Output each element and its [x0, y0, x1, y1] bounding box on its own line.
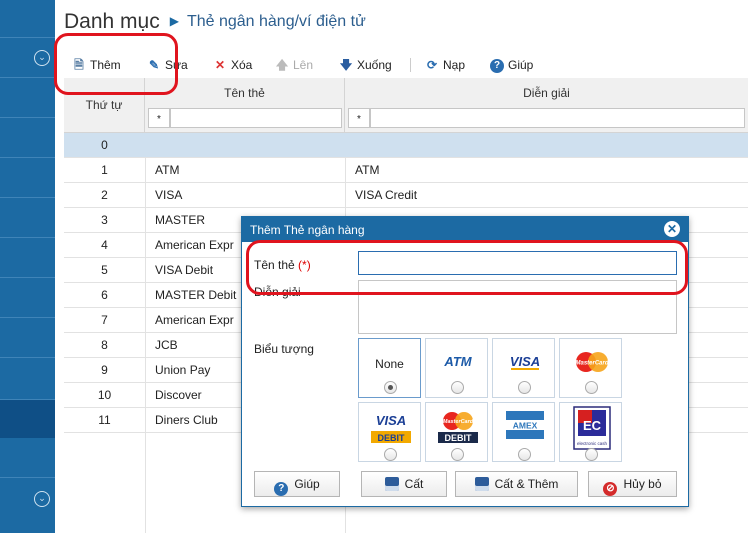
help-button[interactable]: ? Giúp [490, 55, 533, 75]
filter-operator[interactable]: * [348, 108, 370, 128]
nav-group-toggle[interactable]: ⌄ [0, 478, 55, 533]
visa-logo-icon: VISA [510, 354, 540, 370]
nav-item[interactable] [0, 118, 55, 158]
edit-icon: ✎ [148, 58, 160, 72]
icon-radio[interactable] [384, 448, 397, 461]
icon-option-mastercard[interactable]: MasterCard [559, 338, 622, 398]
cancel-button[interactable]: ⊘ Hủy bỏ [588, 471, 677, 497]
save-button[interactable]: Cất [361, 471, 447, 497]
reload-button[interactable]: ⟳ Nạp [425, 55, 465, 75]
delete-x-icon: ✕ [214, 58, 226, 72]
toolbar-separator [410, 58, 411, 72]
cancel-icon: ⊘ [603, 482, 618, 496]
svg-text:DEBIT: DEBIT [378, 433, 406, 443]
master-debit-logo-icon: MasterCard DEBIT [438, 412, 478, 443]
nav-item[interactable] [0, 238, 55, 278]
save-and-add-button[interactable]: Cất & Thêm [455, 471, 578, 497]
card-name-input[interactable] [358, 251, 677, 275]
filter-name-input[interactable] [170, 108, 342, 128]
chevron-down-icon[interactable]: ⌄ [34, 491, 50, 507]
add-doc-icon: 🗎 [74, 58, 84, 72]
save-add-icon [474, 477, 489, 491]
column-header-order[interactable]: Thứ tự [64, 78, 145, 133]
icon-radio[interactable] [384, 381, 397, 394]
atm-logo-icon: ATM [443, 354, 472, 369]
filter-operator[interactable]: * [148, 108, 170, 128]
move-down-button[interactable]: 🡇 Xuống [339, 55, 392, 75]
close-icon[interactable]: ✕ [664, 221, 680, 237]
icon-radio[interactable] [518, 381, 531, 394]
nav-item[interactable] [0, 0, 55, 38]
page-header: Danh mục ▶ Thẻ ngân hàng/ví điện tử [64, 10, 366, 40]
required-mark: (*) [298, 258, 311, 272]
nav-item[interactable] [0, 158, 55, 198]
svg-text:MasterCard: MasterCard [575, 361, 608, 367]
nav-item[interactable] [0, 278, 55, 318]
nav-item[interactable] [0, 78, 55, 118]
toolbar: 🗎 Thêm ✎ Sửa ✕ Xóa 🡅 Lên 🡇 Xuống ⟳ Nạp ? Giúp [64, 52, 748, 78]
svg-text:MasterCard: MasterCard [443, 419, 474, 425]
page-title: Danh mục [64, 10, 160, 33]
mastercard-logo-icon: MasterCard [575, 352, 609, 372]
dialog-help-button[interactable]: ? Giúp [254, 471, 340, 497]
svg-text:EC: EC [583, 418, 602, 433]
icon-radio[interactable] [585, 381, 598, 394]
icon-label: Biểu tượng [254, 342, 314, 356]
edit-button[interactable]: ✎ Sửa [147, 55, 188, 75]
help-icon: ? [490, 59, 504, 73]
nav-item[interactable] [0, 358, 55, 400]
name-label: Tên thẻ (*) [254, 258, 311, 272]
help-icon: ? [274, 482, 289, 496]
visa-debit-logo-icon: VISA DEBIT [371, 410, 411, 444]
nav-item[interactable] [0, 438, 55, 478]
table-row[interactable]: 2 VISA VISA Credit [64, 183, 748, 208]
table-row[interactable]: 1 ATM ATM [64, 158, 748, 183]
filter-desc-input[interactable] [370, 108, 745, 128]
delete-button[interactable]: ✕ Xóa [213, 55, 252, 75]
icon-option-visa-debit[interactable]: VISA DEBIT [358, 402, 421, 462]
add-button[interactable]: 🗎 Thêm [72, 55, 121, 75]
icon-option-amex[interactable]: AMEX [492, 402, 555, 462]
column-header-desc[interactable]: Diễn giải * [345, 78, 748, 133]
refresh-icon: ⟳ [426, 58, 438, 72]
icon-radio[interactable] [585, 448, 598, 461]
desc-label: Diễn giải [254, 285, 301, 299]
amex-logo-icon: AMEX [506, 411, 544, 439]
app-window: ⌄ ⌄ Danh mục ▶ Thẻ ngân hàng/ví điện tử 🗎 T… [0, 0, 748, 533]
icon-option-ec[interactable]: EC electronic cash [559, 402, 622, 462]
icon-option-master-debit[interactable]: MasterCard DEBIT [425, 402, 488, 462]
svg-text:VISA: VISA [510, 354, 540, 369]
nav-item-active[interactable] [0, 400, 55, 438]
icon-option-atm[interactable]: ATM [425, 338, 488, 398]
description-input[interactable] [358, 280, 677, 334]
table-row[interactable]: 0 [64, 133, 748, 158]
breadcrumb-arrow-icon: ▶ [169, 14, 179, 28]
left-nav: ⌄ ⌄ [0, 0, 55, 533]
chevron-down-icon[interactable]: ⌄ [34, 50, 50, 66]
save-disk-icon [384, 477, 399, 491]
svg-text:electronic cash: electronic cash [577, 441, 608, 446]
svg-text:ATM: ATM [443, 354, 472, 369]
arrow-up-icon: 🡅 [275, 58, 289, 72]
icon-radio[interactable] [518, 448, 531, 461]
add-card-dialog: Thêm Thẻ ngân hàng ✕ Tên thẻ (*) Diễn gi… [241, 216, 689, 507]
nav-item[interactable] [0, 318, 55, 358]
nav-item[interactable] [0, 198, 55, 238]
svg-text:VISA: VISA [376, 413, 406, 428]
icon-radio[interactable] [451, 381, 464, 394]
ec-logo-icon: EC electronic cash [573, 406, 611, 450]
breadcrumb[interactable]: Thẻ ngân hàng/ví điện tử [187, 13, 366, 30]
dialog-title[interactable]: Thêm Thẻ ngân hàng [242, 217, 688, 242]
icon-option-none[interactable]: None [358, 338, 421, 398]
icon-radio[interactable] [451, 448, 464, 461]
icon-option-visa[interactable]: VISA [492, 338, 555, 398]
nav-group-toggle[interactable]: ⌄ [0, 38, 55, 78]
column-header-name[interactable]: Tên thẻ * [145, 78, 345, 133]
svg-text:DEBIT: DEBIT [445, 433, 473, 443]
svg-text:AMEX: AMEX [513, 421, 538, 431]
move-up-button[interactable]: 🡅 Lên [275, 55, 313, 75]
arrow-down-icon: 🡇 [339, 58, 353, 72]
